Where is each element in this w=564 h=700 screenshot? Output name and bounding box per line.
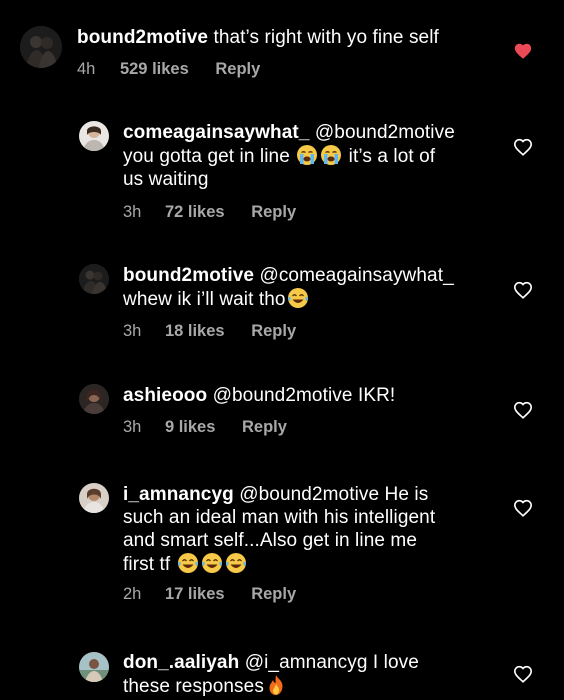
comment-username[interactable]: bound2motive: [123, 265, 254, 286]
comment-meta: 3h 18 likes Reply: [123, 322, 296, 341]
heart-outline-icon[interactable]: [513, 499, 533, 517]
comment-likes[interactable]: 72 likes: [165, 203, 225, 222]
comment-text: you gotta get in line: [123, 146, 290, 167]
heart-outline-icon[interactable]: [513, 138, 533, 156]
comment-text: @bound2motive He is: [239, 484, 429, 505]
comment-time: 4h: [77, 60, 96, 78]
face-with-tears-of-joy-emoji: [287, 287, 309, 309]
comment-text: @i_amnancyg I love: [244, 652, 419, 673]
comment-username[interactable]: don_.aaliyah: [123, 652, 239, 673]
reply-button[interactable]: Reply: [251, 322, 296, 341]
comment-text: @bound2motive IKR!: [212, 385, 396, 406]
comment-likes[interactable]: 529 likes: [120, 60, 189, 79]
comment-text: it’s a lot of: [348, 146, 436, 167]
reply-button[interactable]: Reply: [251, 585, 296, 604]
face-with-tears-of-joy-emoji: [177, 552, 199, 574]
comment-username[interactable]: i_amnancyg: [123, 484, 234, 505]
comment-text: these responses: [123, 676, 264, 697]
comment-time: 3h: [123, 418, 142, 436]
mention-link[interactable]: @comeagainsaywhat_: [259, 265, 453, 286]
comment-meta: 4h 529 likes Reply: [77, 60, 260, 79]
comment-time: 3h: [123, 322, 142, 340]
comment-text: and smart self...Also get in line me: [123, 530, 418, 551]
avatar[interactable]: [79, 121, 109, 151]
comment-likes[interactable]: 17 likes: [165, 585, 225, 604]
comment-likes[interactable]: 18 likes: [165, 322, 225, 341]
comment-text: first tf: [123, 554, 171, 575]
comment-item: bound2motive @comeagainsaywhat_ whew ik …: [0, 258, 564, 353]
comment-body: don_.aaliyah @i_amnancyg I love these re…: [123, 651, 513, 698]
comment-item: bound2motive that’s right with yo fine s…: [0, 0, 564, 90]
reply-button[interactable]: Reply: [242, 418, 287, 437]
comment-username[interactable]: bound2motive: [77, 27, 208, 48]
comment-meta: 3h 9 likes Reply: [123, 418, 287, 437]
comment-body: ashieooo @bound2motive IKR!: [123, 384, 503, 407]
heart-outline-icon[interactable]: [513, 401, 533, 419]
comment-item: comeagainsaywhat_ @bound2motive you gott…: [0, 115, 564, 230]
heart-outline-icon[interactable]: [513, 281, 533, 299]
comment-username[interactable]: comeagainsaywhat_: [123, 122, 310, 143]
loudly-crying-face-emoji: [296, 144, 318, 166]
avatar[interactable]: [79, 652, 109, 682]
mention-link[interactable]: @bound2motive: [315, 122, 455, 143]
avatar[interactable]: [79, 384, 109, 414]
heart-outline-icon[interactable]: [513, 665, 533, 683]
comment-item: i_amnancyg @bound2motive He is such an i…: [0, 477, 564, 617]
comment-item: don_.aaliyah @i_amnancyg I love these re…: [0, 647, 564, 700]
avatar[interactable]: [79, 483, 109, 513]
comment-time: 2h: [123, 585, 142, 603]
comment-text: such an ideal man with his intelligent: [123, 507, 436, 528]
comment-text: us waiting: [123, 169, 209, 190]
comment-meta: 3h 72 likes Reply: [123, 203, 296, 222]
avatar[interactable]: [20, 26, 62, 68]
comment-meta: 2h 17 likes Reply: [123, 585, 296, 604]
comment-time: 3h: [123, 203, 142, 221]
comment-body: bound2motive that’s right with yo fine s…: [77, 26, 497, 49]
comment-body: comeagainsaywhat_ @bound2motive you gott…: [123, 121, 503, 191]
loudly-crying-face-emoji: [320, 144, 342, 166]
comment-likes[interactable]: 9 likes: [165, 418, 215, 437]
face-with-tears-of-joy-emoji: [201, 552, 223, 574]
comment-text: that’s right with yo fine self: [213, 27, 439, 48]
heart-filled-icon[interactable]: [513, 42, 533, 60]
comment-text: whew ik i’ll wait tho: [123, 289, 286, 310]
comment-item: ashieooo @bound2motive IKR! 3h 9 likes R…: [0, 378, 564, 448]
fire-emoji: [265, 674, 287, 696]
comment-username[interactable]: ashieooo: [123, 385, 207, 406]
reply-button[interactable]: Reply: [215, 60, 260, 79]
comment-body: i_amnancyg @bound2motive He is such an i…: [123, 483, 513, 576]
face-with-tears-of-joy-emoji: [225, 552, 247, 574]
reply-button[interactable]: Reply: [251, 203, 296, 222]
avatar[interactable]: [79, 264, 109, 294]
comment-body: bound2motive @comeagainsaywhat_ whew ik …: [123, 264, 503, 311]
